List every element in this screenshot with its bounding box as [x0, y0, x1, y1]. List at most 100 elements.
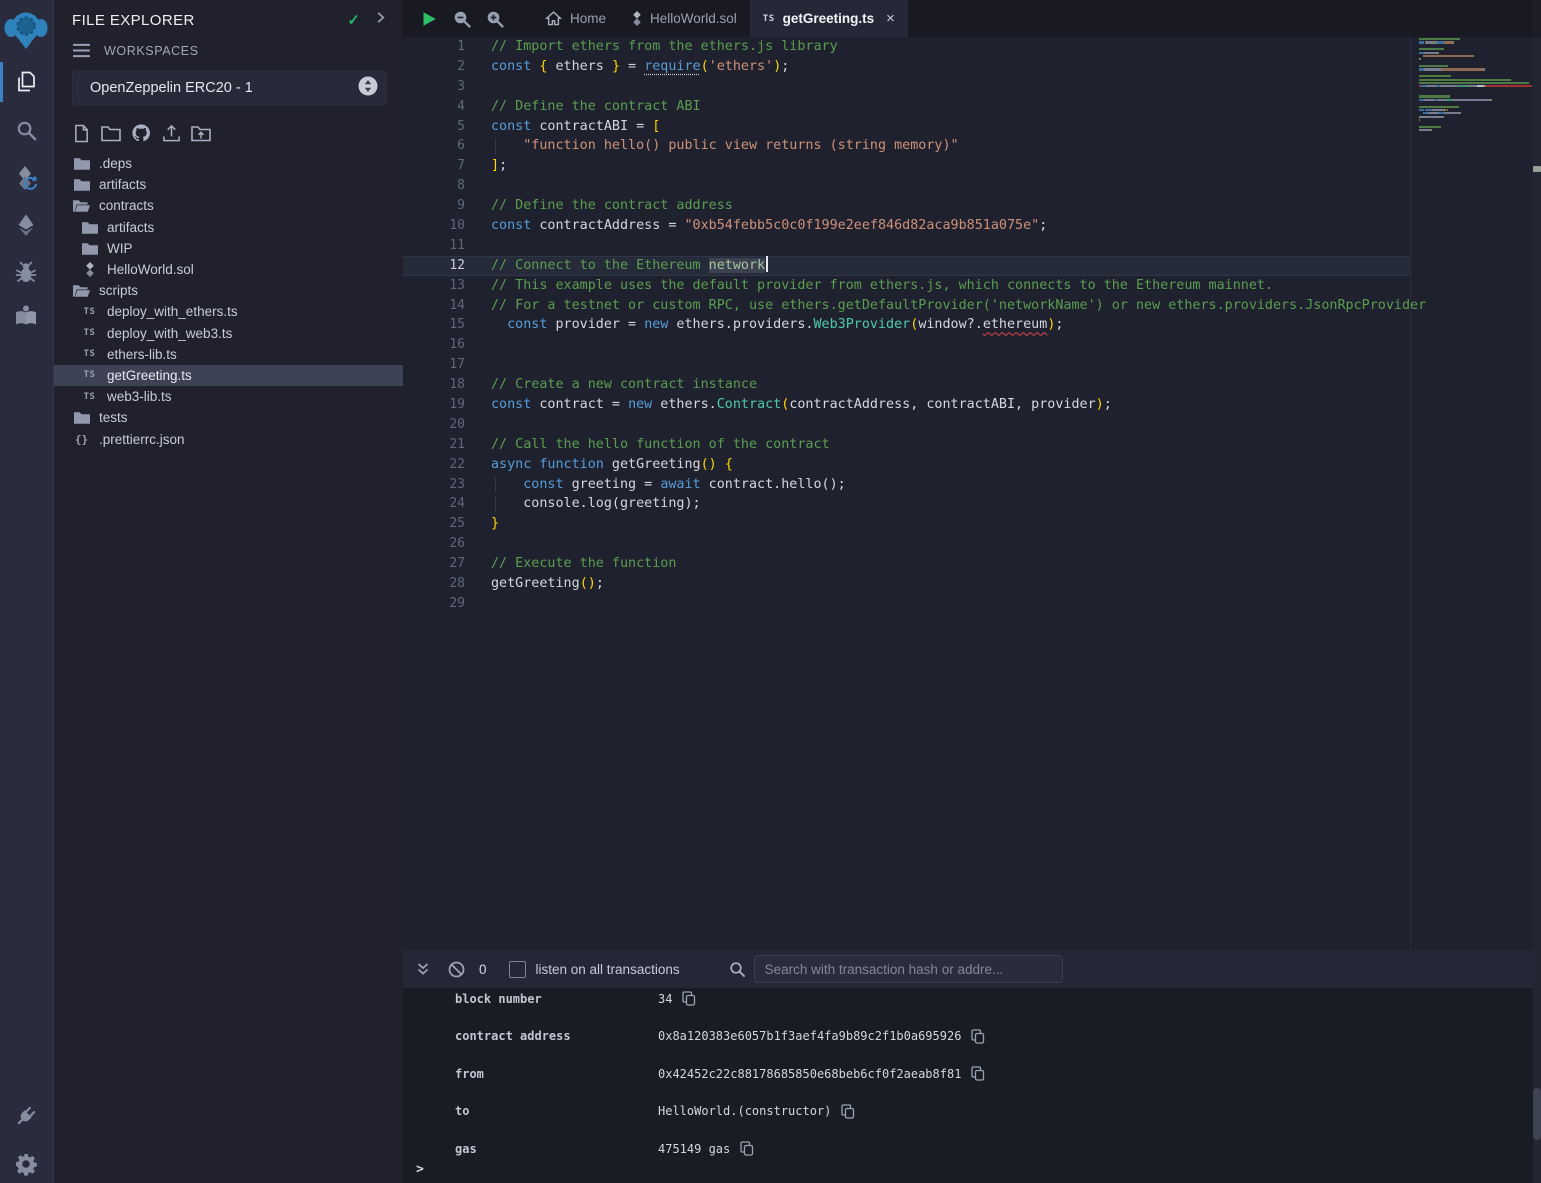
copy-icon[interactable]: [841, 1104, 855, 1119]
activity-search[interactable]: [0, 110, 52, 150]
file-tree-item[interactable]: artifacts: [54, 174, 403, 195]
file-tree-item[interactable]: tests: [54, 407, 403, 428]
minimap-line: [1419, 129, 1532, 131]
minimap-line: [1419, 48, 1532, 50]
activity-file-explorer[interactable]: [0, 62, 52, 102]
code-line: [491, 77, 1533, 97]
file-tree-item[interactable]: HelloWorld.sol: [54, 259, 403, 280]
activity-plugin-manager[interactable]: [0, 1096, 52, 1136]
create-new-file-icon[interactable]: [71, 123, 91, 143]
line-number: 15: [403, 315, 465, 335]
indent-guide-icon: [495, 477, 496, 493]
minimap-line: [1419, 58, 1532, 60]
file-tree-item[interactable]: TSdeploy_with_ethers.ts: [54, 301, 403, 322]
window-scrollbar[interactable]: [1533, 0, 1541, 1183]
code-line: [491, 236, 1533, 256]
minimap-line: [1419, 106, 1532, 108]
chevrons-down-icon[interactable]: [412, 958, 434, 980]
activity-documentation[interactable]: [0, 296, 52, 336]
file-tree-item[interactable]: TSweb3-lib.ts: [54, 386, 403, 407]
terminal-log-row: contract address0x8a120383e6057b1f3aef4f…: [403, 1018, 1533, 1055]
search-icon: [726, 958, 748, 980]
file-tree-item[interactable]: .deps: [54, 153, 403, 174]
line-number: 20: [403, 415, 465, 435]
minimap[interactable]: [1419, 38, 1532, 136]
activity-debugger[interactable]: [0, 253, 52, 293]
file-tree-item[interactable]: TSdeploy_with_web3.ts: [54, 323, 403, 344]
file-tree-item-label: HelloWorld.sol: [107, 262, 194, 277]
file-tree-item-label: artifacts: [107, 220, 154, 235]
run-script-button[interactable]: [416, 6, 442, 32]
copy-icon[interactable]: [740, 1141, 754, 1156]
hamburger-menu-icon[interactable]: [72, 43, 91, 58]
close-tab-icon[interactable]: ×: [886, 10, 895, 27]
activity-solidity-compiler[interactable]: [0, 158, 52, 198]
minimap-line: [1419, 68, 1532, 70]
copy-icon[interactable]: [971, 1066, 985, 1081]
copy-icon[interactable]: [971, 1029, 985, 1044]
scrollbar-thumb[interactable]: [1533, 1088, 1541, 1140]
zoom-in-button[interactable]: [482, 6, 508, 32]
file-tree-item[interactable]: TSethers-lib.ts: [54, 344, 403, 365]
log-key: gas: [455, 1142, 658, 1156]
line-number: 21: [403, 435, 465, 455]
activity-deploy-and-run[interactable]: [0, 205, 52, 245]
listen-transactions-checkbox[interactable]: [509, 961, 526, 978]
remix-logo-icon: [4, 10, 48, 50]
file-tree-item[interactable]: WIP: [54, 238, 403, 259]
tab-label: HelloWorld.sol: [650, 11, 737, 26]
file-tree-item[interactable]: TSgetGreeting.ts: [54, 365, 403, 386]
file-tree-item[interactable]: artifacts: [54, 217, 403, 238]
code-line: // Import ethers from the ethers.js libr…: [491, 37, 1533, 57]
terminal-prompt[interactable]: >: [416, 1162, 424, 1177]
code-line: [491, 534, 1533, 554]
home-icon: [545, 11, 562, 26]
code-line: const contractAddress = "0xb54febb5c0c0f…: [491, 216, 1533, 236]
activity-settings[interactable]: [0, 1144, 52, 1183]
file-tree-item-label: .prettierrc.json: [99, 432, 185, 447]
log-value: 475149 gas: [658, 1142, 730, 1156]
code-line: // This example uses the default provide…: [491, 276, 1533, 296]
minimap-line: [1419, 112, 1532, 114]
code-content: // Import ethers from the ethers.js libr…: [491, 37, 1533, 614]
clone-from-github-icon[interactable]: [131, 123, 151, 143]
file-tree-item[interactable]: scripts: [54, 280, 403, 301]
search-icon: [15, 119, 38, 142]
log-value: 34: [658, 992, 672, 1006]
upload-files-icon[interactable]: [161, 123, 181, 143]
line-number: 4: [403, 97, 465, 117]
line-number: 28: [403, 574, 465, 594]
scrollbar-marker[interactable]: [1533, 166, 1541, 172]
line-number: 3: [403, 77, 465, 97]
terminal-log-row: gas475149 gas: [403, 1130, 1533, 1167]
copy-icon[interactable]: [682, 991, 696, 1006]
terminal-search-input[interactable]: [754, 955, 1063, 983]
file-tree-item[interactable]: contracts: [54, 195, 403, 216]
create-new-folder-icon[interactable]: [101, 123, 121, 143]
typescript-file-icon: TS: [80, 349, 99, 359]
upload-folder-icon[interactable]: [191, 123, 211, 143]
zoom-out-button[interactable]: [449, 6, 475, 32]
workspace-select[interactable]: OpenZeppelin ERC20 - 1: [72, 70, 387, 106]
indent-guide-icon: [495, 496, 496, 512]
workspaces-row: WORKSPACES: [54, 33, 403, 66]
line-number: 9: [403, 196, 465, 216]
line-number: 27: [403, 554, 465, 574]
line-number: 26: [403, 534, 465, 554]
check-icon[interactable]: ✓: [347, 11, 360, 29]
tab-home[interactable]: Home: [532, 0, 619, 37]
minimap-line: [1419, 75, 1532, 77]
file-tree-item-label: getGreeting.ts: [107, 368, 192, 383]
tab-getgreeting-ts[interactable]: TSgetGreeting.ts×: [750, 0, 908, 37]
file-explorer-panel: FILE EXPLORER ✓ WORKSPACES OpenZeppelin …: [54, 0, 403, 1183]
file-explorer-icon: [14, 70, 38, 94]
log-key: to: [455, 1104, 658, 1118]
ban-icon[interactable]: [445, 958, 467, 980]
tab-helloworld-sol[interactable]: HelloWorld.sol: [619, 0, 750, 37]
chevron-right-icon[interactable]: [374, 11, 387, 29]
line-number: 24: [403, 494, 465, 514]
code-editor[interactable]: 1234567891011121314151617181920212223242…: [403, 37, 1533, 950]
file-explorer-header: FILE EXPLORER ✓: [54, 0, 403, 33]
file-tree-item[interactable]: {}.prettierrc.json: [54, 428, 403, 449]
folder-closed-icon: [80, 242, 99, 255]
